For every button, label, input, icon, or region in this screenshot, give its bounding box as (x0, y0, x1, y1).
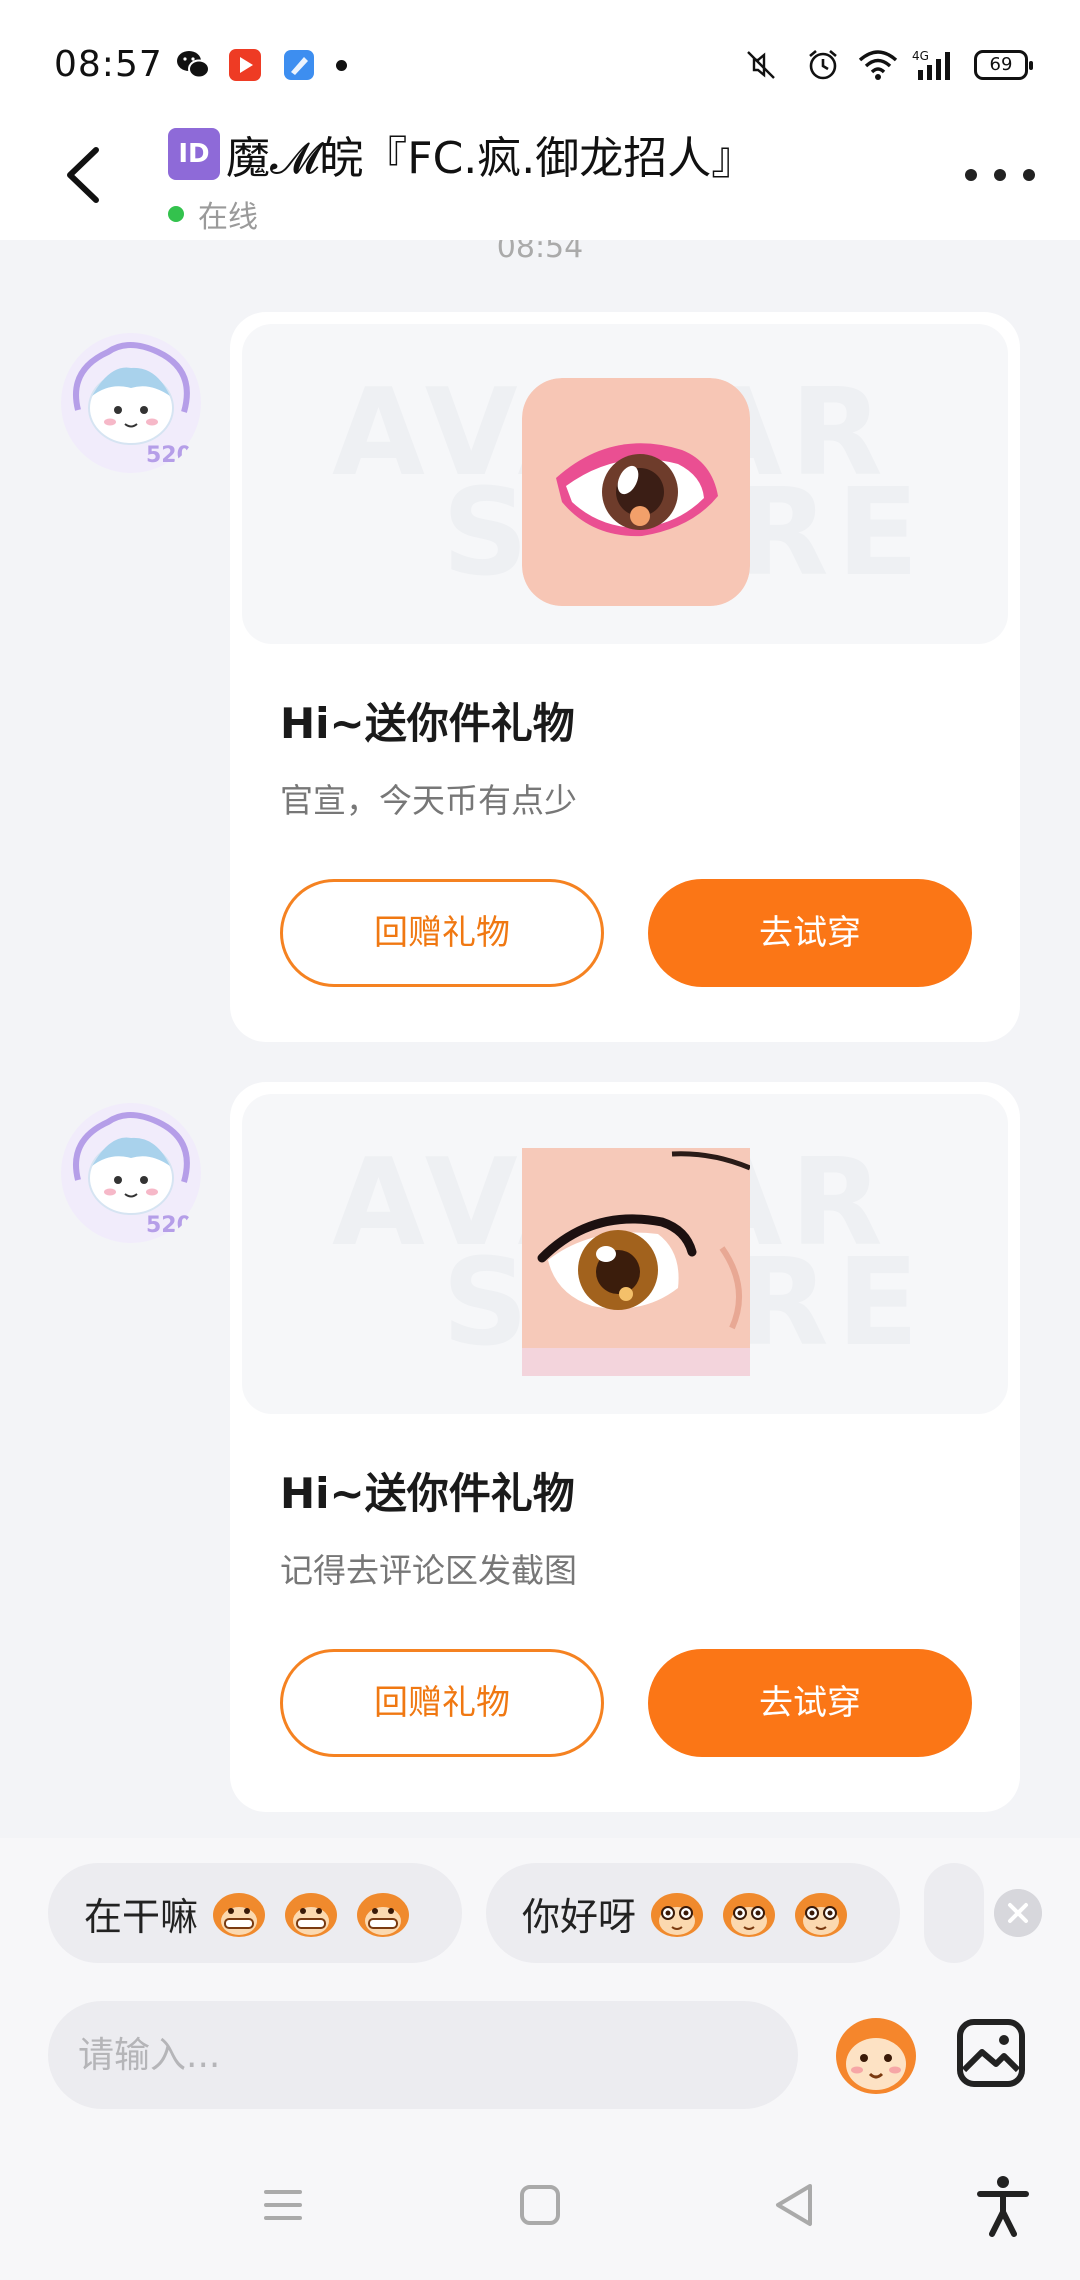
nav-back-icon[interactable] (760, 2170, 830, 2240)
online-dot (168, 206, 184, 222)
try-on-button[interactable]: 去试穿 (648, 879, 972, 987)
smile-emoji-icon (723, 1893, 776, 1937)
chat-header: ID 魔𝓜皖『FC.疯.御龙招人』 在线 (0, 110, 1080, 240)
grin-emoji-icon (213, 1893, 266, 1937)
online-label: 在线 (198, 200, 258, 235)
quick-reply-chip[interactable] (924, 1863, 984, 1963)
gift-image-area: AVATAR STORE (242, 1094, 1008, 1414)
return-gift-button[interactable]: 回赠礼物 (280, 879, 604, 987)
chat-timestamp: 08:54 (496, 240, 584, 262)
gift-title: Hi~送你件礼物 (280, 699, 575, 748)
gift-eye-image (522, 1148, 750, 1376)
wechat-icon (177, 51, 210, 79)
battery-indicator: 69 (974, 50, 1033, 80)
contact-info[interactable]: ID 魔𝓜皖『FC.疯.御龙招人』 在线 (168, 122, 808, 235)
dot-icon (965, 169, 977, 181)
alarm-icon (809, 50, 837, 80)
gift-message: 官宣，今天币有点少 (280, 781, 577, 820)
image-icon[interactable] (956, 2018, 1026, 2088)
dot-icon (1023, 169, 1035, 181)
app-icon (284, 50, 314, 80)
online-status: 在线 (168, 192, 258, 236)
sender-avatar[interactable]: 520 (58, 330, 204, 476)
svg-text:520: 520 (146, 1213, 192, 1238)
mute-icon (747, 51, 775, 79)
return-gift-button[interactable]: 回赠礼物 (280, 1649, 604, 1757)
message-input[interactable] (48, 2001, 798, 2109)
video-app-icon (229, 49, 261, 81)
gift-card[interactable]: AVATAR STORE Hi~送你件礼物 记得去评论区发截图 回赠礼物 去试穿 (230, 1082, 1020, 1812)
close-icon[interactable] (994, 1889, 1042, 1937)
quick-reply-chip[interactable]: 在干嘛 (48, 1863, 462, 1963)
quick-reply-text: 你好呀 (522, 1894, 637, 1939)
chat-messages[interactable]: 08:54 520 AVATAR STORE Hi~送你件礼物 官宣，今天币有点 (0, 240, 1080, 1840)
gift-card[interactable]: AVATAR STORE Hi~送你件礼物 官宣，今天币有点少 回赠礼物 去试穿 (230, 312, 1020, 1042)
gift-eye-image (522, 378, 750, 606)
system-nav-bar (0, 2130, 1080, 2280)
gift-message: 记得去评论区发截图 (280, 1551, 577, 1590)
id-badge: ID (168, 128, 220, 180)
grin-emoji-icon (285, 1893, 338, 1937)
smile-emoji-icon (795, 1893, 848, 1937)
emoji-button[interactable] (832, 2002, 920, 2102)
back-button[interactable] (56, 140, 116, 210)
wifi-icon (858, 50, 898, 80)
smile-emoji-icon (651, 1893, 704, 1937)
quick-reply-chip[interactable]: 你好呀 (486, 1863, 900, 1963)
quick-reply-bar: 在干嘛 你好呀 (0, 1838, 1080, 1980)
status-time: 08:57 (54, 44, 163, 85)
signal-icon: 4G (912, 49, 950, 80)
home-icon[interactable] (505, 2170, 575, 2240)
contact-title: 魔𝓜皖『FC.疯.御龙招人』 (226, 133, 756, 184)
more-options-button[interactable] (965, 160, 1035, 190)
svg-text:520: 520 (146, 443, 192, 468)
grin-emoji-icon (357, 1893, 410, 1937)
gift-image-area: AVATAR STORE (242, 324, 1008, 644)
menu-icon[interactable] (248, 2170, 318, 2240)
sender-avatar[interactable]: 520 (58, 1100, 204, 1246)
input-area (0, 1980, 1080, 2130)
gift-title: Hi~送你件礼物 (280, 1469, 575, 1518)
svg-text:4G: 4G (912, 49, 929, 63)
try-on-button[interactable]: 去试穿 (648, 1649, 972, 1757)
notification-dot (336, 60, 347, 71)
accessibility-icon[interactable] (968, 2170, 1038, 2240)
dot-icon (994, 169, 1006, 181)
quick-reply-text: 在干嘛 (84, 1894, 199, 1939)
contact-name: ID 魔𝓜皖『FC.疯.御龙招人』 (168, 122, 808, 186)
